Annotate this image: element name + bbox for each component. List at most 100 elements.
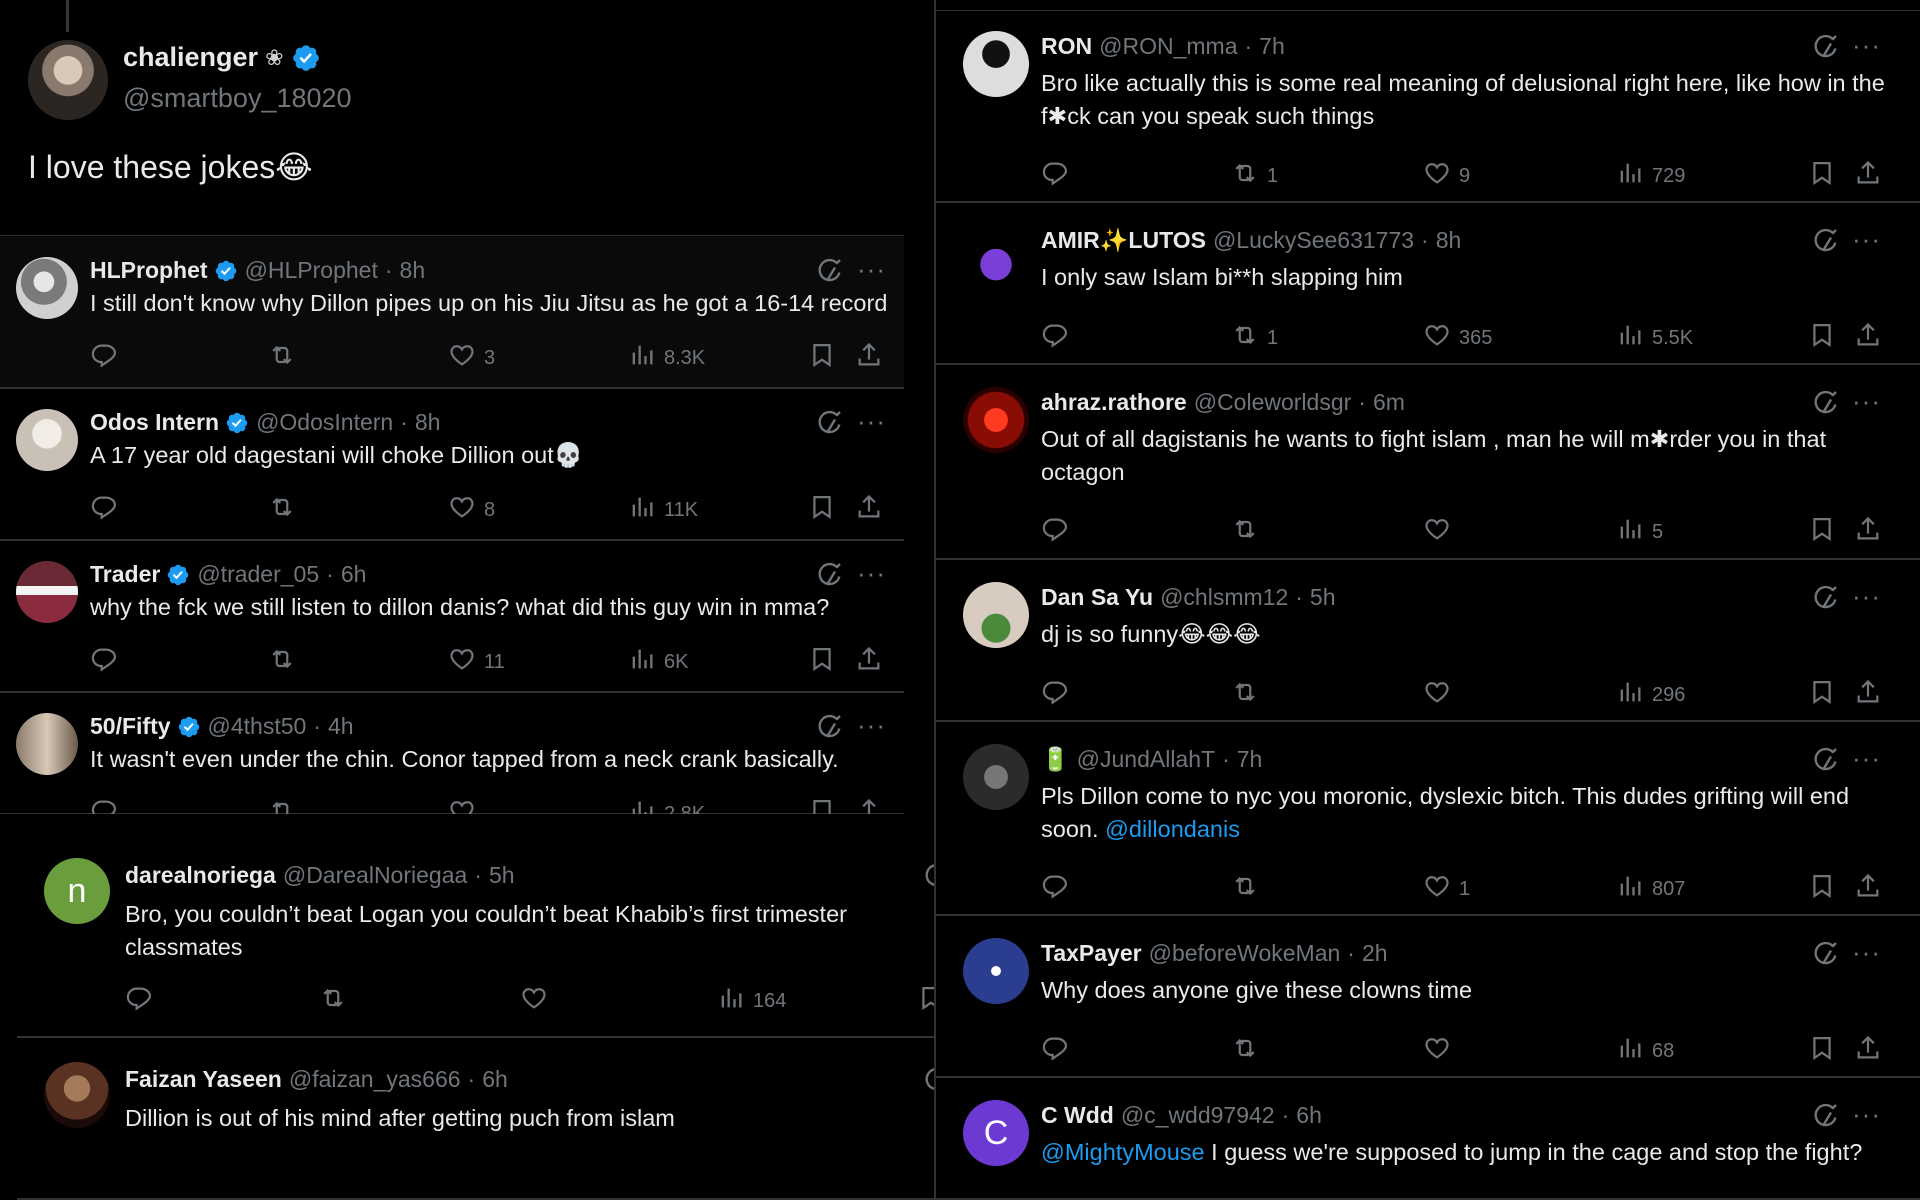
reply-tweet[interactable]: 50/Fifty @4thst50 · 4h ··· It wasn't even und… (0, 693, 904, 814)
timestamp[interactable]: 5h (489, 862, 515, 889)
bookmark-button[interactable] (1808, 159, 1836, 193)
grok-icon[interactable] (1811, 744, 1841, 774)
reply-tweet[interactable]: HLProphet @HLProphet · 8h ··· I still don't k… (0, 237, 904, 389)
main-author-name[interactable]: chalienger ❀ (123, 42, 321, 73)
timestamp[interactable]: 6h (341, 561, 367, 588)
reply-tweet[interactable]: ahraz.rathore @Coleworldsgr · 6m ··· Out of a… (936, 367, 1920, 560)
mention-link[interactable]: @MightyMouse (1041, 1139, 1205, 1165)
timestamp[interactable]: 6h (1296, 1102, 1322, 1129)
retweet-button[interactable]: 1 (1231, 159, 1278, 193)
avatar[interactable] (16, 257, 78, 319)
views-button[interactable]: 807 (1616, 872, 1685, 906)
author-handle[interactable]: @4thst50 (208, 713, 307, 740)
grok-icon[interactable] (815, 711, 845, 741)
author-handle[interactable]: @c_wdd97942 (1121, 1102, 1275, 1129)
author-name[interactable]: TaxPayer (1041, 940, 1142, 967)
reply-tweet[interactable]: Trader @trader_05 · 6h ··· why the fck we sti… (0, 541, 904, 693)
views-button[interactable]: 164 (717, 984, 786, 1018)
more-icon[interactable]: ··· (1852, 32, 1881, 58)
like-button[interactable] (1423, 515, 1451, 549)
author-name[interactable]: AMIR✨LUTOS (1041, 227, 1206, 254)
views-button[interactable]: 2.8K (628, 797, 705, 814)
author-name[interactable]: RON (1041, 33, 1092, 60)
grok-icon[interactable] (1811, 31, 1841, 61)
reply-button[interactable] (90, 493, 118, 527)
share-button[interactable] (1854, 159, 1882, 193)
like-button[interactable]: 365 (1423, 321, 1492, 355)
more-icon[interactable]: ··· (1852, 745, 1881, 771)
bookmark-button[interactable] (1808, 1034, 1836, 1068)
reply-button[interactable] (1041, 321, 1069, 355)
retweet-button[interactable] (1231, 1034, 1259, 1068)
reply-tweet[interactable]: Odos Intern @OdosIntern · 8h ··· A 17 year ol… (0, 389, 904, 541)
reply-tweet[interactable]: 🔋 @JundAllahT · 7h ··· Pls Dillon come to nyc… (936, 724, 1920, 916)
reply-tweet[interactable]: C C Wdd @c_wdd97942 · 6h ··· @MightyMouse I gu… (936, 1080, 1920, 1200)
timestamp[interactable]: 6h (482, 1066, 508, 1093)
reply-tweet[interactable]: Faizan Yaseen @faizan_yas666 · 6h Dillion is… (17, 1040, 959, 1200)
author-handle[interactable]: @OdosIntern (256, 409, 393, 436)
retweet-button[interactable] (268, 341, 296, 375)
grok-icon[interactable] (1811, 387, 1841, 417)
more-icon[interactable]: ··· (857, 256, 886, 282)
views-button[interactable]: 6K (628, 645, 688, 679)
author-handle[interactable]: @RON_mma (1099, 33, 1237, 60)
avatar[interactable]: n (44, 858, 110, 924)
like-button[interactable]: 1 (1423, 872, 1470, 906)
views-button[interactable]: 296 (1616, 678, 1685, 712)
avatar[interactable] (963, 744, 1029, 810)
grok-icon[interactable] (815, 407, 845, 437)
author-handle[interactable]: @trader_05 (197, 561, 319, 588)
author-handle[interactable]: @LuckySee631773 (1213, 227, 1414, 254)
avatar[interactable]: C (963, 1100, 1029, 1166)
share-button[interactable] (1854, 872, 1882, 906)
more-icon[interactable]: ··· (857, 408, 886, 434)
more-icon[interactable]: ··· (1852, 226, 1881, 252)
bookmark-button[interactable] (808, 645, 836, 679)
share-button[interactable] (1854, 321, 1882, 355)
avatar[interactable] (963, 387, 1029, 453)
author-name[interactable]: C Wdd (1041, 1102, 1114, 1129)
grok-icon[interactable] (1811, 225, 1841, 255)
reply-tweet[interactable]: n darealnoriega @DarealNoriegaa · 5h Bro, you… (17, 836, 959, 1038)
main-tweet[interactable]: chalienger ❀ @smartboy_18020 I love thes… (0, 0, 904, 236)
bookmark-button[interactable] (808, 493, 836, 527)
reply-button[interactable] (1041, 872, 1069, 906)
share-button[interactable] (1854, 1034, 1882, 1068)
grok-icon[interactable] (1811, 1100, 1841, 1130)
more-icon[interactable]: ··· (1852, 388, 1881, 414)
reply-button[interactable] (1041, 515, 1069, 549)
more-icon[interactable]: ··· (1852, 939, 1881, 965)
author-handle[interactable]: @chlsmm12 (1160, 584, 1288, 611)
timestamp[interactable]: 6m (1373, 389, 1405, 416)
timestamp[interactable]: 8h (1436, 227, 1462, 254)
like-button[interactable]: 9 (1423, 159, 1470, 193)
author-handle[interactable]: @HLProphet (245, 257, 378, 284)
author-name[interactable]: Faizan Yaseen (125, 1066, 282, 1093)
retweet-button[interactable] (1231, 872, 1259, 906)
timestamp[interactable]: 7h (1237, 746, 1263, 773)
grok-icon[interactable] (815, 559, 845, 589)
avatar[interactable] (28, 40, 108, 120)
bookmark-button[interactable] (1808, 321, 1836, 355)
retweet-button[interactable] (319, 984, 347, 1018)
author-handle[interactable]: @faizan_yas666 (289, 1066, 461, 1093)
grok-icon[interactable] (1811, 938, 1841, 968)
retweet-button[interactable] (268, 797, 296, 814)
bookmark-button[interactable] (1808, 678, 1836, 712)
reply-tweet[interactable]: TaxPayer @beforeWokeMan · 2h ··· Why does any… (936, 918, 1920, 1078)
avatar[interactable] (963, 31, 1029, 97)
bookmark-button[interactable] (1808, 515, 1836, 549)
reply-button[interactable] (1041, 678, 1069, 712)
reply-tweet[interactable]: AMIR✨LUTOS @LuckySee631773 · 8h ··· I only sa… (936, 205, 1920, 365)
author-name[interactable]: 🔋 (1041, 746, 1070, 773)
reply-tweet[interactable]: Dan Sa Yu @chlsmm12 · 5h ··· dj is so funny😂😂… (936, 562, 1920, 722)
share-button[interactable] (855, 645, 883, 679)
reply-button[interactable] (90, 797, 118, 814)
avatar[interactable] (16, 561, 78, 623)
avatar[interactable] (963, 938, 1029, 1004)
retweet-button[interactable] (268, 493, 296, 527)
share-button[interactable] (855, 341, 883, 375)
like-button[interactable] (1423, 678, 1451, 712)
like-button[interactable]: 11 (448, 645, 505, 679)
bookmark-button[interactable] (808, 341, 836, 375)
